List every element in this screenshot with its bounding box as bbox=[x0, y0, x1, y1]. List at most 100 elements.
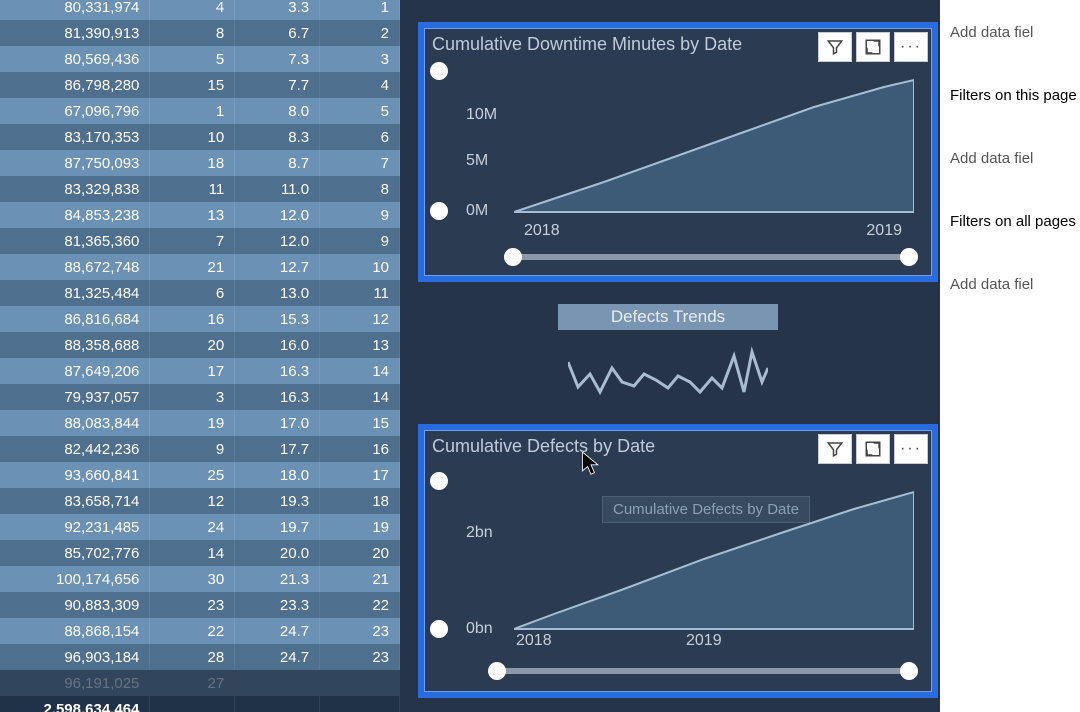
table-row[interactable]: 84,853,2381312.09 bbox=[0, 202, 400, 228]
table-cell: 20 bbox=[320, 540, 400, 566]
table-row[interactable]: 90,883,3092323.322 bbox=[0, 592, 400, 618]
table-cell: 12.0 bbox=[235, 228, 320, 254]
table-row[interactable]: 80,569,43657.33 bbox=[0, 46, 400, 72]
table-row[interactable]: 80,331,97443.31 bbox=[0, 0, 400, 20]
y-tick: 0M bbox=[466, 202, 488, 220]
time-slider[interactable] bbox=[496, 668, 910, 674]
slider-handle[interactable] bbox=[430, 62, 448, 80]
table-cell: 83,329,838 bbox=[0, 176, 150, 202]
table-cell: 19.3 bbox=[235, 488, 320, 514]
table-cell: 8 bbox=[150, 20, 235, 46]
table-cell: 24.7 bbox=[235, 644, 320, 670]
table-cell: 93,660,841 bbox=[0, 462, 150, 488]
table-row[interactable]: 83,658,7141219.318 bbox=[0, 488, 400, 514]
slider-handle[interactable] bbox=[430, 472, 448, 490]
table-cell: 21 bbox=[320, 566, 400, 592]
table-cell: 5 bbox=[150, 46, 235, 72]
y-tick: 0bn bbox=[466, 620, 493, 638]
table-row[interactable]: 86,816,6841615.312 bbox=[0, 306, 400, 332]
add-data-field[interactable]: Add data fiel bbox=[944, 126, 1080, 189]
more-options-icon[interactable]: ··· bbox=[894, 32, 928, 62]
filter-icon[interactable] bbox=[818, 434, 852, 464]
focus-mode-icon[interactable] bbox=[856, 434, 890, 464]
table-row[interactable]: 87,649,2061716.314 bbox=[0, 358, 400, 384]
table-cell: 86,816,684 bbox=[0, 306, 150, 332]
slider-handle[interactable] bbox=[430, 202, 448, 220]
y-tick: 2bn bbox=[466, 524, 493, 542]
table-row[interactable]: 88,868,1542224.723 bbox=[0, 618, 400, 644]
table-row[interactable]: 82,442,236917.716 bbox=[0, 436, 400, 462]
table-cell: 3 bbox=[150, 384, 235, 410]
slider-handle[interactable] bbox=[900, 248, 918, 266]
table-cell: 12.7 bbox=[235, 254, 320, 280]
table-cell: 100,174,656 bbox=[0, 566, 150, 592]
add-data-field[interactable]: Add data fiel bbox=[944, 0, 1080, 63]
table-row[interactable]: 86,798,280157.74 bbox=[0, 72, 400, 98]
table-cell: 9 bbox=[320, 228, 400, 254]
table-row[interactable]: 81,390,91386.72 bbox=[0, 20, 400, 46]
table-row[interactable]: 81,365,360712.09 bbox=[0, 228, 400, 254]
table-row[interactable]: 92,231,4852419.719 bbox=[0, 514, 400, 540]
filters-page-header: Filters on this page bbox=[944, 63, 1080, 126]
chart-downtime-selected[interactable]: Cumulative Downtime Minutes by Date ··· … bbox=[418, 22, 938, 282]
slider-handle[interactable] bbox=[504, 248, 522, 266]
table-cell: 16.0 bbox=[235, 332, 320, 358]
table-cell: 80,569,436 bbox=[0, 46, 150, 72]
table-cell: 83,170,353 bbox=[0, 124, 150, 150]
table-cell: 79,937,057 bbox=[0, 384, 150, 410]
table-row[interactable]: 79,937,057316.314 bbox=[0, 384, 400, 410]
table-cell: 15 bbox=[150, 72, 235, 98]
slider-handle[interactable] bbox=[900, 662, 918, 680]
table-cell: 80,331,974 bbox=[0, 0, 150, 20]
table-cell: 15 bbox=[320, 410, 400, 436]
table-cell: 10 bbox=[320, 254, 400, 280]
table-cell: 13 bbox=[150, 202, 235, 228]
table-cell: 90,883,309 bbox=[0, 592, 150, 618]
table-row[interactable]: 87,750,093188.77 bbox=[0, 150, 400, 176]
table-cell: 4 bbox=[320, 72, 400, 98]
more-options-icon[interactable]: ··· bbox=[894, 434, 928, 464]
table-row[interactable]: 88,672,7482112.710 bbox=[0, 254, 400, 280]
table-cell: 85,702,776 bbox=[0, 540, 150, 566]
table-cell: 1 bbox=[320, 0, 400, 20]
focus-mode-icon[interactable] bbox=[856, 32, 890, 62]
table-row[interactable]: 85,702,7761420.020 bbox=[0, 540, 400, 566]
filter-icon[interactable] bbox=[818, 32, 852, 62]
table-row[interactable]: 93,660,8412518.017 bbox=[0, 462, 400, 488]
table-cell: 87,750,093 bbox=[0, 150, 150, 176]
table-cell: 14 bbox=[320, 358, 400, 384]
data-table[interactable]: 80,331,97443.3181,390,91386.7280,569,436… bbox=[0, 0, 400, 712]
table-row[interactable]: 67,096,79618.05 bbox=[0, 98, 400, 124]
table-row[interactable]: 88,358,6882016.013 bbox=[0, 332, 400, 358]
table-cell: 5 bbox=[320, 98, 400, 124]
table-row[interactable]: 88,083,8441917.015 bbox=[0, 410, 400, 436]
table-cell: 12 bbox=[150, 488, 235, 514]
slider-handle[interactable] bbox=[488, 662, 506, 680]
table-cell: 20 bbox=[150, 332, 235, 358]
table-cell: 8.3 bbox=[235, 124, 320, 150]
table-cell: 20.0 bbox=[235, 540, 320, 566]
defects-sparkline bbox=[568, 332, 768, 412]
table-cell: 8 bbox=[320, 176, 400, 202]
add-data-field[interactable]: Add data fiel bbox=[944, 252, 1080, 315]
table-cell: 19 bbox=[320, 514, 400, 540]
table-row[interactable]: 96,903,1842824.723 bbox=[0, 644, 400, 670]
table-cell: 83,658,714 bbox=[0, 488, 150, 514]
table-cell: 9 bbox=[320, 202, 400, 228]
table-cell: 10 bbox=[150, 124, 235, 150]
table-cell: 8.0 bbox=[235, 98, 320, 124]
table-row[interactable]: 83,170,353108.36 bbox=[0, 124, 400, 150]
table-cell: 88,358,688 bbox=[0, 332, 150, 358]
slider-handle[interactable] bbox=[430, 620, 448, 638]
table-row[interactable]: 100,174,6563021.321 bbox=[0, 566, 400, 592]
table-cell: 11 bbox=[150, 176, 235, 202]
time-slider[interactable] bbox=[512, 254, 910, 260]
table-row[interactable]: 83,329,8381111.08 bbox=[0, 176, 400, 202]
table-cell: 16 bbox=[150, 306, 235, 332]
table-row[interactable]: 81,325,484613.011 bbox=[0, 280, 400, 306]
table-cell: 23 bbox=[150, 592, 235, 618]
y-tick: 10M bbox=[466, 106, 497, 124]
table-cell: 15.3 bbox=[235, 306, 320, 332]
table-cell: 17.0 bbox=[235, 410, 320, 436]
chart-defects-selected[interactable]: Cumulative Defects by Date ··· Cumulativ… bbox=[418, 424, 938, 698]
